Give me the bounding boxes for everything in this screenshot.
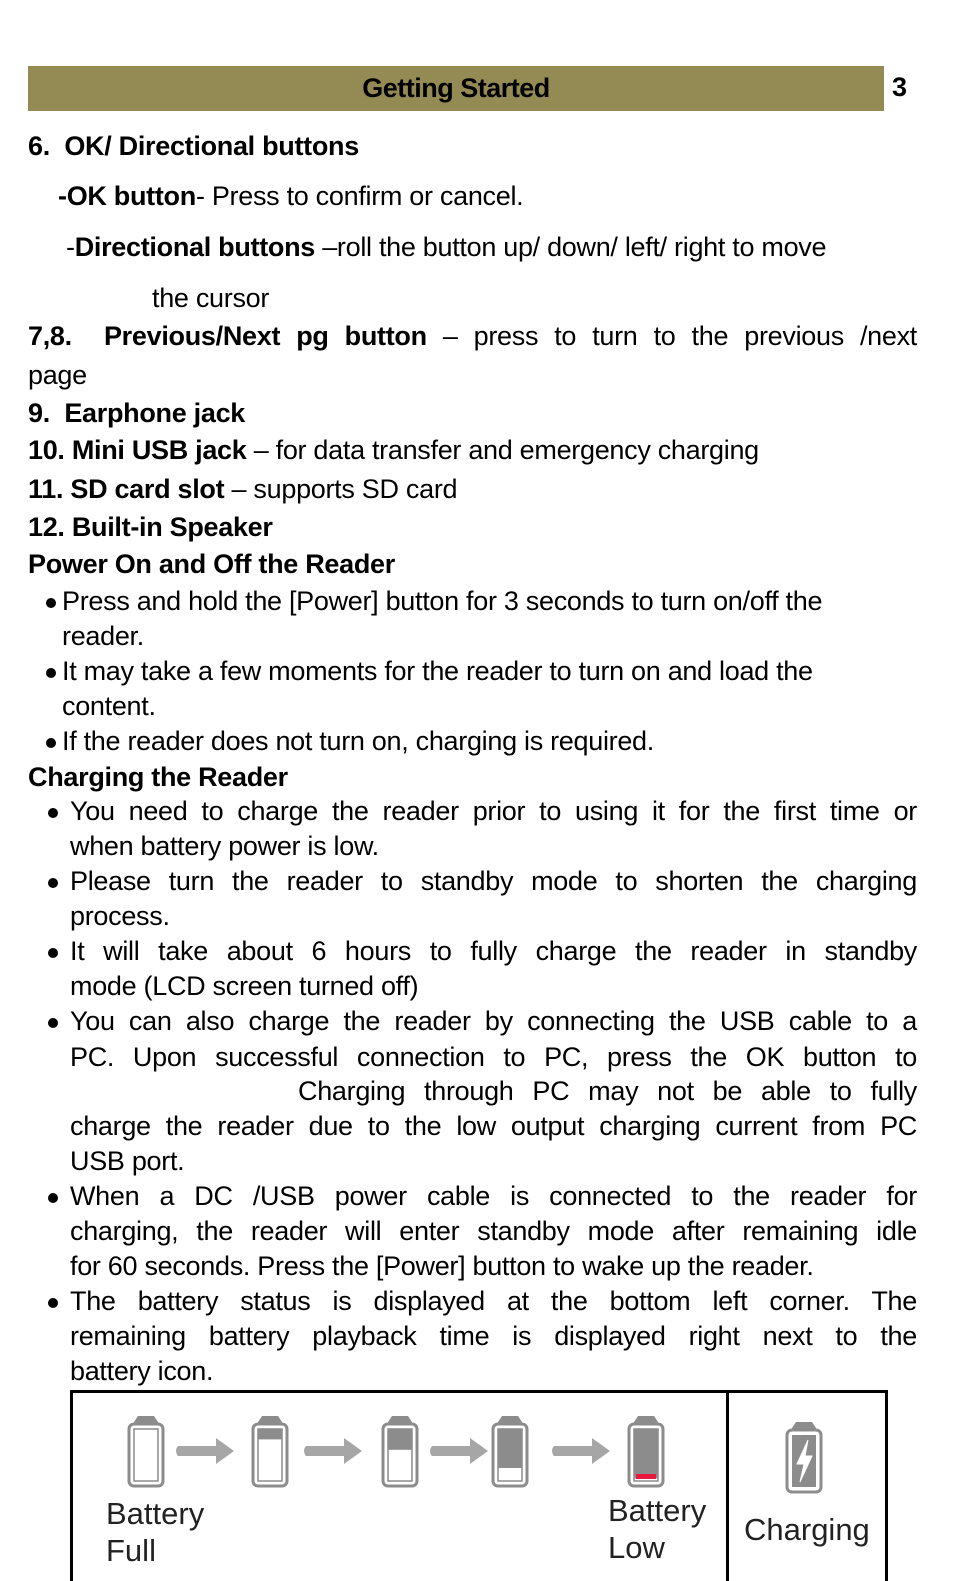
bullet-icon [48,948,58,958]
charging-bullet-6-line-2: remaining battery playback time is displ… [70,1321,917,1351]
item-10-heading: 10. Mini USB jack – for data transfer an… [28,435,759,466]
bullet-icon [48,1298,58,1308]
arrow-right-icon [304,1438,362,1464]
power-bullet-2-line-1: It may take a few moments for the reader… [62,656,813,686]
item-title: SD card slot [70,474,225,504]
item-7-8-heading: 7,8. Previous/Next pg button – press to … [28,321,917,352]
battery-3of4-icon [251,1416,289,1488]
ok-button-description: -OK button- Press to confirm or cancel. [58,181,524,212]
charging-bullet-4-line-1: You can also charge the reader by connec… [70,1006,917,1036]
charging-bullet-6-line-1: The battery status is displayed at the b… [70,1286,917,1316]
charging-bullet-2-line-1: Please turn the reader to standby mode t… [70,866,917,896]
battery-low-label-2: Low [608,1530,665,1565]
charging-bullet-2-line-2: process. [70,901,170,931]
description: – press to turn to the previous /next [426,321,918,351]
charging-bullet-4-line-4: charge the reader due to the low output … [70,1111,917,1141]
item-number: 10. [28,435,65,465]
power-section-heading: Power On and Off the Reader [28,549,395,579]
battery-full-icon [127,1416,165,1488]
item-9-heading: 9. Earphone jack [28,398,245,429]
power-bullet-2-line-2: content. [62,691,156,721]
bullet-icon [46,598,56,608]
prefix: - [66,232,75,262]
power-bullet-1-line-1: Press and hold the [Power] button for 3 … [62,586,823,616]
description: –roll the button up/ down/ left/ right t… [315,232,827,262]
power-bullet-3-line-1: If the reader does not turn on, charging… [62,726,654,756]
item-12-heading: 12. Built-in Speaker [28,512,273,543]
table-divider [726,1390,729,1581]
charging-bullet-5-line-1: When a DC /USB power cable is connected … [70,1181,917,1211]
charging-bullet-4-line-2: PC. Upon successful connection to PC, pr… [70,1042,917,1072]
charging-bullet-3-line-2: mode (LCD screen turned off) [70,971,419,1001]
arrow-right-icon [430,1438,488,1464]
directional-continuation: the cursor [152,283,270,313]
item-7-8-continuation: page [28,360,87,390]
charging-bullet-1-line-2: when battery power is low. [70,831,379,861]
arrow-right-icon [552,1438,610,1464]
charging-bullet-5-line-3: for 60 seconds. Press the [Power] button… [70,1251,814,1281]
bullet-icon [48,808,58,818]
item-number: 11. [28,474,64,504]
description: – supports SD card [224,474,458,504]
item-title: OK/ Directional buttons [64,131,359,161]
item-number: 7,8. [28,321,72,351]
charging-bullet-4-line-3: Charging through PC may not be able to f… [298,1076,917,1106]
bullet-icon [46,668,56,678]
item-6-heading: 6. OK/ Directional buttons [28,131,359,162]
power-bullet-1-line-2: reader. [62,621,144,651]
battery-full-label-2: Full [106,1533,156,1568]
section-header-bar: Getting Started [28,66,884,111]
charging-section-heading: Charging the Reader [28,762,288,792]
term: -OK button [58,181,196,211]
battery-status-table [70,1390,888,1581]
bullet-icon [48,878,58,888]
item-number: 6. [28,131,50,161]
bullet-icon [48,1193,58,1203]
item-title: Built-in Speaker [71,512,273,542]
low-level-indicator [636,1474,656,1479]
battery-half-icon [381,1416,419,1488]
bullet-icon [48,1018,58,1028]
battery-low-label-1: Battery [608,1493,707,1528]
charging-bullet-6-line-3: battery icon. [70,1356,214,1386]
charging-label: Charging [744,1512,870,1547]
arrow-right-icon [176,1438,234,1464]
charging-bullet-4-line-5: USB port. [70,1146,185,1176]
battery-quarter-icon [491,1416,529,1488]
section-title: Getting Started [362,73,550,103]
description: – for data transfer and emergency chargi… [246,435,760,465]
item-number: 12. [28,512,65,542]
item-11-heading: 11. SD card slot – supports SD card [28,474,458,505]
description: - Press to confirm or cancel. [195,181,524,211]
item-title: Mini USB jack [71,435,247,465]
charging-bullet-1-line-1: You need to charge the reader prior to u… [70,796,917,826]
item-number: 9. [28,398,50,428]
item-title: Earphone jack [64,398,245,428]
bullet-icon [46,738,56,748]
directional-buttons-description: -Directional buttons –roll the button up… [66,232,827,263]
battery-low-icon [627,1416,665,1488]
charging-bullet-3-line-1: It will take about 6 hours to fully char… [70,936,917,966]
item-title: Previous/Next pg button [103,321,427,351]
charging-bullet-5-line-2: charging, the reader will enter standby … [70,1216,917,1246]
page-number: 3 [892,72,908,102]
term: Directional buttons [74,232,316,262]
charging-battery-icon [785,1422,823,1494]
battery-full-label-1: Battery [106,1496,205,1531]
